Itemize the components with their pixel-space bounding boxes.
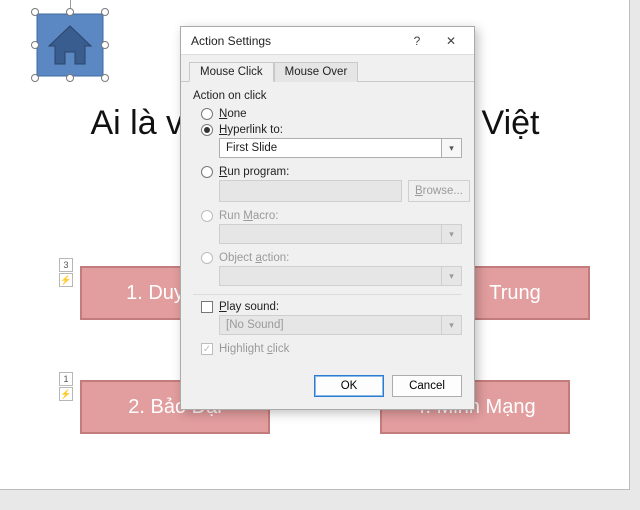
radio-object-action-label: Object action: xyxy=(219,252,289,264)
radio-object-action: Object action: xyxy=(201,252,462,264)
radio-hyperlink-label: Hyperlink to: xyxy=(219,124,283,136)
play-sound-label: Play sound: xyxy=(219,301,279,313)
object-action-combo: ▾ xyxy=(219,266,462,286)
highlight-click-label: Highlight click xyxy=(219,343,289,355)
selection-handle[interactable] xyxy=(101,41,109,49)
anim-trigger-icon[interactable] xyxy=(59,273,73,287)
dialog-titlebar[interactable]: Action Settings ? ✕ xyxy=(181,27,474,55)
title-text-pre: Ai là v xyxy=(90,104,183,142)
radio-icon xyxy=(201,166,213,178)
selection-handle[interactable] xyxy=(66,74,74,82)
radio-run-macro-label: Run Macro: xyxy=(219,210,278,222)
anim-tag[interactable]: 1 xyxy=(59,372,73,386)
selection-handle[interactable] xyxy=(101,8,109,16)
chevron-down-icon: ▾ xyxy=(442,315,462,335)
dialog-body: Action on click None Hyperlink to: First… xyxy=(181,82,474,367)
help-button[interactable]: ? xyxy=(400,29,434,53)
selection-handle[interactable] xyxy=(31,41,39,49)
radio-icon xyxy=(201,210,213,222)
object-action-value xyxy=(219,266,442,286)
selection-handle[interactable] xyxy=(31,74,39,82)
radio-none[interactable]: None xyxy=(201,108,462,120)
radio-run-program-label: Run program: xyxy=(219,166,289,178)
selection-handle[interactable] xyxy=(101,74,109,82)
radio-icon xyxy=(201,252,213,264)
ok-button[interactable]: OK xyxy=(314,375,384,397)
answer-1-label: 1. Duy xyxy=(126,282,184,305)
chevron-down-icon: ▾ xyxy=(442,266,462,286)
dialog-tabs: Mouse Click Mouse Over xyxy=(181,55,474,82)
dialog-title: Action Settings xyxy=(191,34,400,48)
radio-run-program[interactable]: Run program: xyxy=(201,166,462,178)
group-action-on-click: Action on click xyxy=(193,90,462,102)
selection-handle[interactable] xyxy=(31,8,39,16)
radio-hyperlink[interactable]: Hyperlink to: xyxy=(201,124,462,136)
macro-combo: ▾ xyxy=(219,224,462,244)
checkbox-icon: ✓ xyxy=(201,343,213,355)
answer-3-label: Trung xyxy=(489,282,541,305)
radio-icon xyxy=(201,124,213,136)
checkbox-icon xyxy=(201,301,213,313)
anim-tag[interactable]: 3 xyxy=(59,258,73,272)
chevron-down-icon[interactable]: ▾ xyxy=(442,138,462,158)
dialog-footer: OK Cancel xyxy=(181,367,474,409)
action-settings-dialog: Action Settings ? ✕ Mouse Click Mouse Ov… xyxy=(180,26,475,410)
anim-trigger-icon[interactable] xyxy=(59,387,73,401)
hyperlink-value: First Slide xyxy=(219,138,442,158)
browse-button: Browse... xyxy=(408,180,470,202)
macro-value xyxy=(219,224,442,244)
check-highlight-click: ✓ Highlight click xyxy=(201,343,462,355)
cancel-button[interactable]: Cancel xyxy=(392,375,462,397)
home-icon xyxy=(35,12,105,78)
hyperlink-combo[interactable]: First Slide ▾ xyxy=(219,138,462,158)
tab-mouse-click[interactable]: Mouse Click xyxy=(189,62,274,82)
selection-handle[interactable] xyxy=(66,8,74,16)
radio-run-macro: Run Macro: xyxy=(201,210,462,222)
close-button[interactable]: ✕ xyxy=(434,29,468,53)
title-text-post: Việt xyxy=(482,104,540,142)
check-play-sound[interactable]: Play sound: xyxy=(201,301,462,313)
shape-home-action-button[interactable] xyxy=(35,12,105,78)
radio-none-label: None xyxy=(219,108,247,120)
sound-combo: [No Sound] ▾ xyxy=(219,315,462,335)
radio-icon xyxy=(201,108,213,120)
run-program-input xyxy=(219,180,402,202)
chevron-down-icon: ▾ xyxy=(442,224,462,244)
run-program-row: Browse... xyxy=(219,180,462,202)
sound-value: [No Sound] xyxy=(219,315,442,335)
separator xyxy=(193,294,462,295)
tab-mouse-over[interactable]: Mouse Over xyxy=(274,62,359,82)
